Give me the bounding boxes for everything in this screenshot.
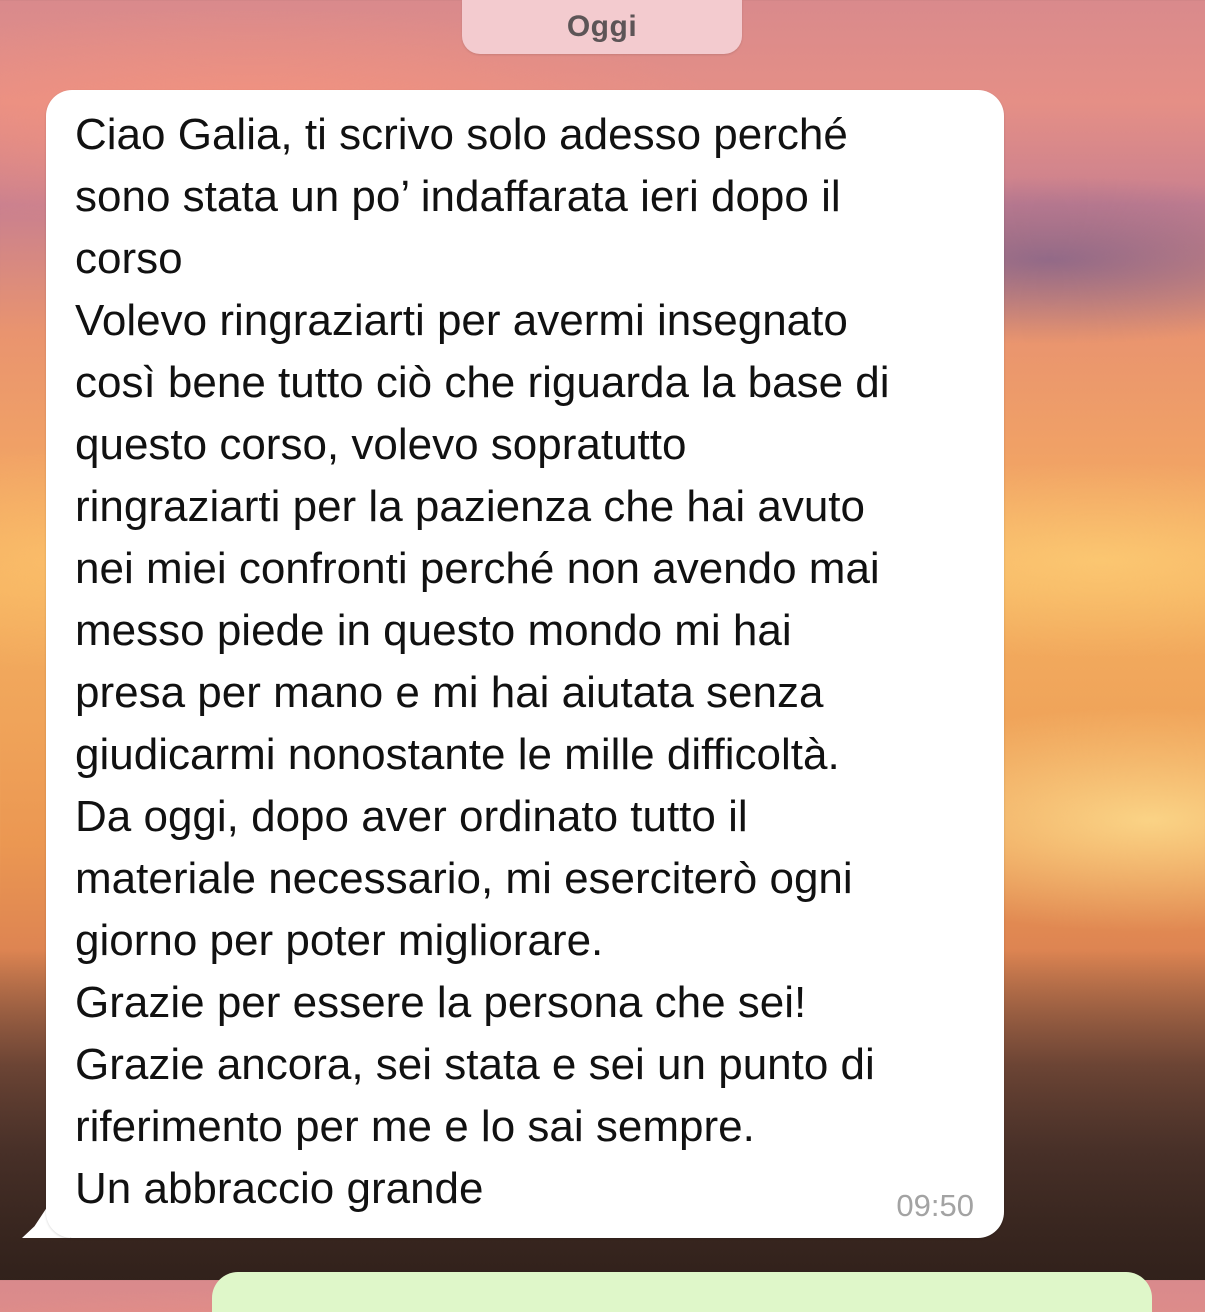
message-line: materiale necessario, mi eserciterò ogni: [75, 854, 853, 903]
message-line: nei miei confronti perché non avendo mai: [75, 544, 880, 593]
message-line: Ciao Galia, ti scrivo solo adesso perché: [75, 110, 848, 159]
message-line: messo piede in questo mondo mi hai: [75, 606, 792, 655]
message-line: corso: [75, 234, 183, 283]
outgoing-message-bubble[interactable]: [212, 1272, 1152, 1312]
message-line: giudicarmi nonostante le mille difficolt…: [75, 730, 840, 779]
message-line: ringraziarti per la pazienza che hai avu…: [75, 482, 866, 531]
message-line: Da oggi, dopo aver ordinato tutto il: [75, 792, 748, 841]
message-line: Grazie per essere la persona che sei!: [75, 978, 807, 1027]
message-timestamp: 09:50: [896, 1188, 974, 1223]
message-line: Volevo ringraziarti per avermi insegnato: [75, 296, 848, 345]
date-separator: Oggi: [462, 0, 742, 54]
date-separator-label: Oggi: [566, 10, 638, 43]
message-line: così bene tutto ciò che riguarda la base…: [75, 358, 890, 407]
message-line: questo corso, volevo sopratutto: [75, 420, 687, 469]
message-line: Un abbraccio grande: [75, 1164, 484, 1213]
message-line: riferimento per me e lo sai sempre.: [75, 1102, 755, 1151]
message-line: giorno per poter migliorare.: [75, 916, 604, 965]
message-line: Grazie ancora, sei stata e sei un punto …: [75, 1040, 875, 1089]
incoming-message-bubble[interactable]: Ciao Galia, ti scrivo solo adesso perché…: [46, 90, 1004, 1238]
message-line: presa per mano e mi hai aiutata senza: [75, 668, 824, 717]
message-line: sono stata un po’ indaffarata ieri dopo …: [75, 172, 841, 221]
